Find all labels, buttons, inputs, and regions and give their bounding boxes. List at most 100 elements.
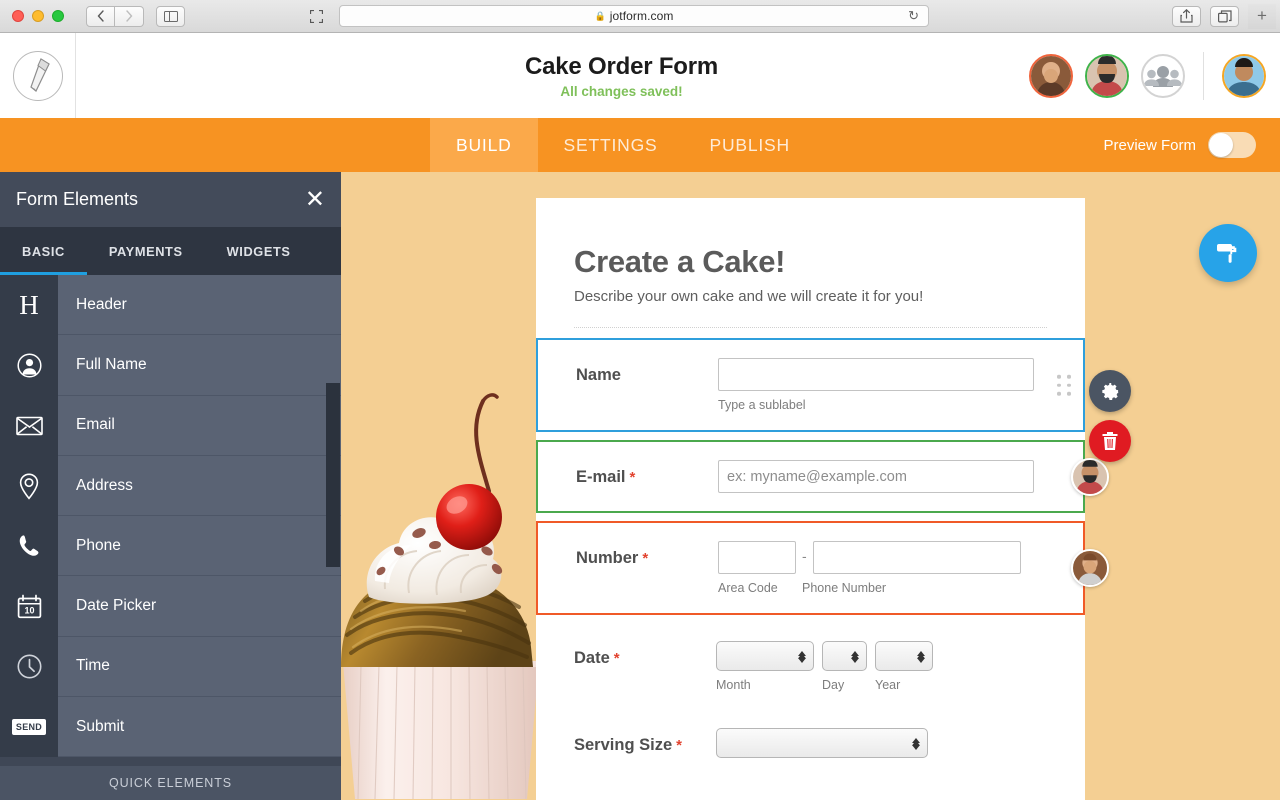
phone-number-input[interactable] bbox=[813, 541, 1021, 574]
preview-form-toggle[interactable] bbox=[1208, 132, 1256, 158]
sidebar-item-header[interactable]: H Header bbox=[0, 275, 341, 335]
field-number-label: Number* bbox=[576, 541, 718, 568]
number-field-collaborator-avatar[interactable] bbox=[1071, 549, 1109, 587]
email-input[interactable]: ex: myname@example.com bbox=[718, 460, 1034, 493]
sidebar-toggle-icon bbox=[164, 11, 178, 22]
date-year-select[interactable] bbox=[875, 641, 933, 671]
date-year-sublabel: Year bbox=[875, 678, 900, 692]
sidebar-item-submit[interactable]: SEND Submit bbox=[0, 697, 341, 757]
sidebar-scrollbar[interactable] bbox=[326, 383, 340, 567]
user-avatar[interactable] bbox=[1222, 54, 1266, 98]
url-text: jotform.com bbox=[610, 9, 674, 23]
tab-publish[interactable]: PUBLISH bbox=[683, 118, 816, 172]
forward-button[interactable] bbox=[115, 6, 144, 27]
collaborator-group-icon[interactable] bbox=[1141, 54, 1185, 98]
serving-size-select[interactable] bbox=[716, 728, 928, 758]
drag-handle-icon[interactable] bbox=[1057, 375, 1071, 396]
save-status: All changes saved! bbox=[226, 84, 1017, 99]
number-required-mark: * bbox=[642, 550, 648, 567]
field-date-row[interactable]: Date* bbox=[536, 615, 1085, 698]
tab-overview-button[interactable] bbox=[1210, 6, 1239, 27]
field-email-row[interactable]: E-mail* ex: myname@example.com bbox=[536, 440, 1085, 513]
form-designer-button[interactable] bbox=[1199, 224, 1257, 282]
date-required-mark: * bbox=[614, 650, 620, 667]
field-properties-button[interactable] bbox=[1089, 370, 1131, 412]
nav-spacer bbox=[0, 118, 430, 172]
tab-overview-icon bbox=[1218, 10, 1232, 23]
field-number-label-text: Number bbox=[576, 549, 638, 567]
maximize-window-button[interactable] bbox=[52, 10, 64, 22]
stepper-up-icon bbox=[917, 651, 925, 656]
chevron-right-icon bbox=[126, 10, 133, 22]
avatar-separator bbox=[1203, 52, 1204, 100]
field-email-label-text: E-mail bbox=[576, 468, 626, 486]
paint-roller-icon bbox=[1214, 239, 1242, 267]
name-input[interactable] bbox=[718, 358, 1034, 391]
field-name-label: Name bbox=[576, 358, 718, 385]
tab-settings[interactable]: SETTINGS bbox=[538, 118, 684, 172]
sidebar-tab-payments[interactable]: PAYMENTS bbox=[87, 227, 205, 275]
field-serving-size-label-text: Serving Size bbox=[574, 736, 672, 754]
email-field-collaborator-avatar[interactable] bbox=[1071, 458, 1109, 496]
stepper-up-icon bbox=[851, 651, 859, 656]
delete-field-button[interactable] bbox=[1089, 420, 1131, 462]
navigation-buttons[interactable] bbox=[86, 6, 185, 27]
field-serving-size-row[interactable]: Serving Size* bbox=[536, 698, 1085, 764]
window-controls[interactable] bbox=[0, 10, 64, 22]
date-day-select[interactable] bbox=[822, 641, 867, 671]
date-day-sublabel: Day bbox=[822, 678, 875, 692]
stepper-up-icon bbox=[912, 738, 920, 743]
collaborator-avatars bbox=[1017, 52, 1280, 100]
chevron-left-icon bbox=[97, 10, 104, 22]
sidebar-item-label: Email bbox=[58, 396, 341, 456]
sidebar-toggle-button[interactable] bbox=[156, 6, 185, 27]
back-button[interactable] bbox=[86, 6, 115, 27]
sidebar-item-full-name[interactable]: Full Name bbox=[0, 335, 341, 395]
stepper-down-icon bbox=[851, 658, 859, 663]
send-badge-icon: SEND bbox=[0, 697, 58, 757]
minimize-window-button[interactable] bbox=[32, 10, 44, 22]
field-name-row[interactable]: Name Type a sublabel bbox=[536, 338, 1085, 432]
lock-icon: 🔒 bbox=[595, 11, 606, 22]
address-bar[interactable]: 🔒 jotform.com ↻ bbox=[339, 5, 929, 27]
sidebar-tab-widgets[interactable]: WIDGETS bbox=[205, 227, 313, 275]
quick-elements-footer[interactable]: QUICK ELEMENTS bbox=[0, 766, 341, 800]
sidebar-tabs: BASIC PAYMENTS WIDGETS bbox=[0, 227, 341, 275]
email-placeholder: ex: myname@example.com bbox=[727, 469, 907, 485]
cupcake-photo bbox=[341, 385, 541, 800]
calendar-icon: 10 bbox=[0, 576, 58, 636]
sidebar-item-date-picker[interactable]: 10 Date Picker bbox=[0, 576, 341, 636]
field-number-body: - Area Code Phone Number bbox=[718, 541, 1055, 595]
email-required-mark: * bbox=[630, 469, 636, 486]
date-select-group bbox=[716, 641, 1057, 671]
close-window-button[interactable] bbox=[12, 10, 24, 22]
sidebar-item-email[interactable]: Email bbox=[0, 396, 341, 456]
collaborator-avatar-1[interactable] bbox=[1029, 54, 1073, 98]
sidebar-item-label: Address bbox=[58, 456, 341, 516]
expand-button[interactable] bbox=[303, 5, 329, 27]
sidebar-item-address[interactable]: Address bbox=[0, 456, 341, 516]
stepper-down-icon bbox=[798, 658, 806, 663]
new-tab-button[interactable]: + bbox=[1248, 4, 1276, 29]
preview-form-control: Preview Form bbox=[1103, 118, 1280, 172]
share-button[interactable] bbox=[1172, 6, 1201, 27]
preview-form-label: Preview Form bbox=[1103, 137, 1196, 154]
sidebar-item-phone[interactable]: Phone bbox=[0, 516, 341, 576]
clock-icon bbox=[0, 637, 58, 697]
close-icon[interactable]: ✕ bbox=[305, 188, 325, 212]
area-code-sublabel: Area Code bbox=[718, 581, 802, 595]
sidebar-element-list: H Header Full Name Email bbox=[0, 275, 341, 766]
sidebar-item-time[interactable]: Time bbox=[0, 637, 341, 697]
logo-cell[interactable] bbox=[0, 33, 76, 118]
tab-build[interactable]: BUILD bbox=[430, 118, 538, 172]
person-icon bbox=[0, 335, 58, 395]
reload-icon[interactable]: ↻ bbox=[908, 8, 919, 24]
sidebar-tab-basic[interactable]: BASIC bbox=[0, 227, 87, 275]
sidebar-item-label: Time bbox=[58, 637, 341, 697]
field-number-row[interactable]: Number* - Area Code Phone Number bbox=[536, 521, 1085, 615]
name-sublabel[interactable]: Type a sublabel bbox=[718, 398, 1055, 412]
date-month-select[interactable] bbox=[716, 641, 814, 671]
collaborator-avatar-2[interactable] bbox=[1085, 54, 1129, 98]
field-date-body: Month Day Year bbox=[716, 641, 1057, 692]
area-code-input[interactable] bbox=[718, 541, 796, 574]
